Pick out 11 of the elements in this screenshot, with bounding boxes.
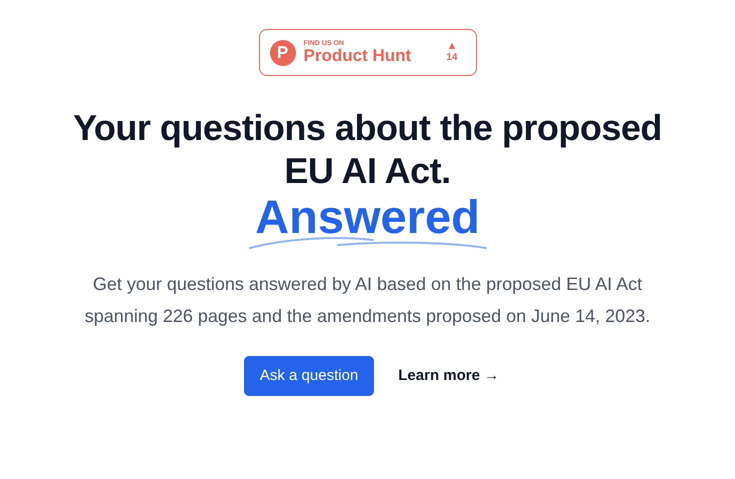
highlight-word: Answered [255,192,480,242]
learn-more-link[interactable]: Learn more → [390,356,508,396]
upvote-icon: ▲ [446,41,458,52]
badge-title: Product Hunt [304,47,412,65]
underline-swoosh-icon [248,236,488,250]
description: Get your questions answered by AI based on the proposed EU AI Act spanning 226 pages and the amendments proposed on June 14, 2023. [84,272,652,328]
headline: EU AI Act. [284,150,451,192]
product-hunt-logo-icon: P [270,40,296,66]
vote-count: 14 [446,52,458,64]
headline: Your questions about the proposed [73,107,662,148]
ask-question-button[interactable]: Ask a question [244,356,374,396]
